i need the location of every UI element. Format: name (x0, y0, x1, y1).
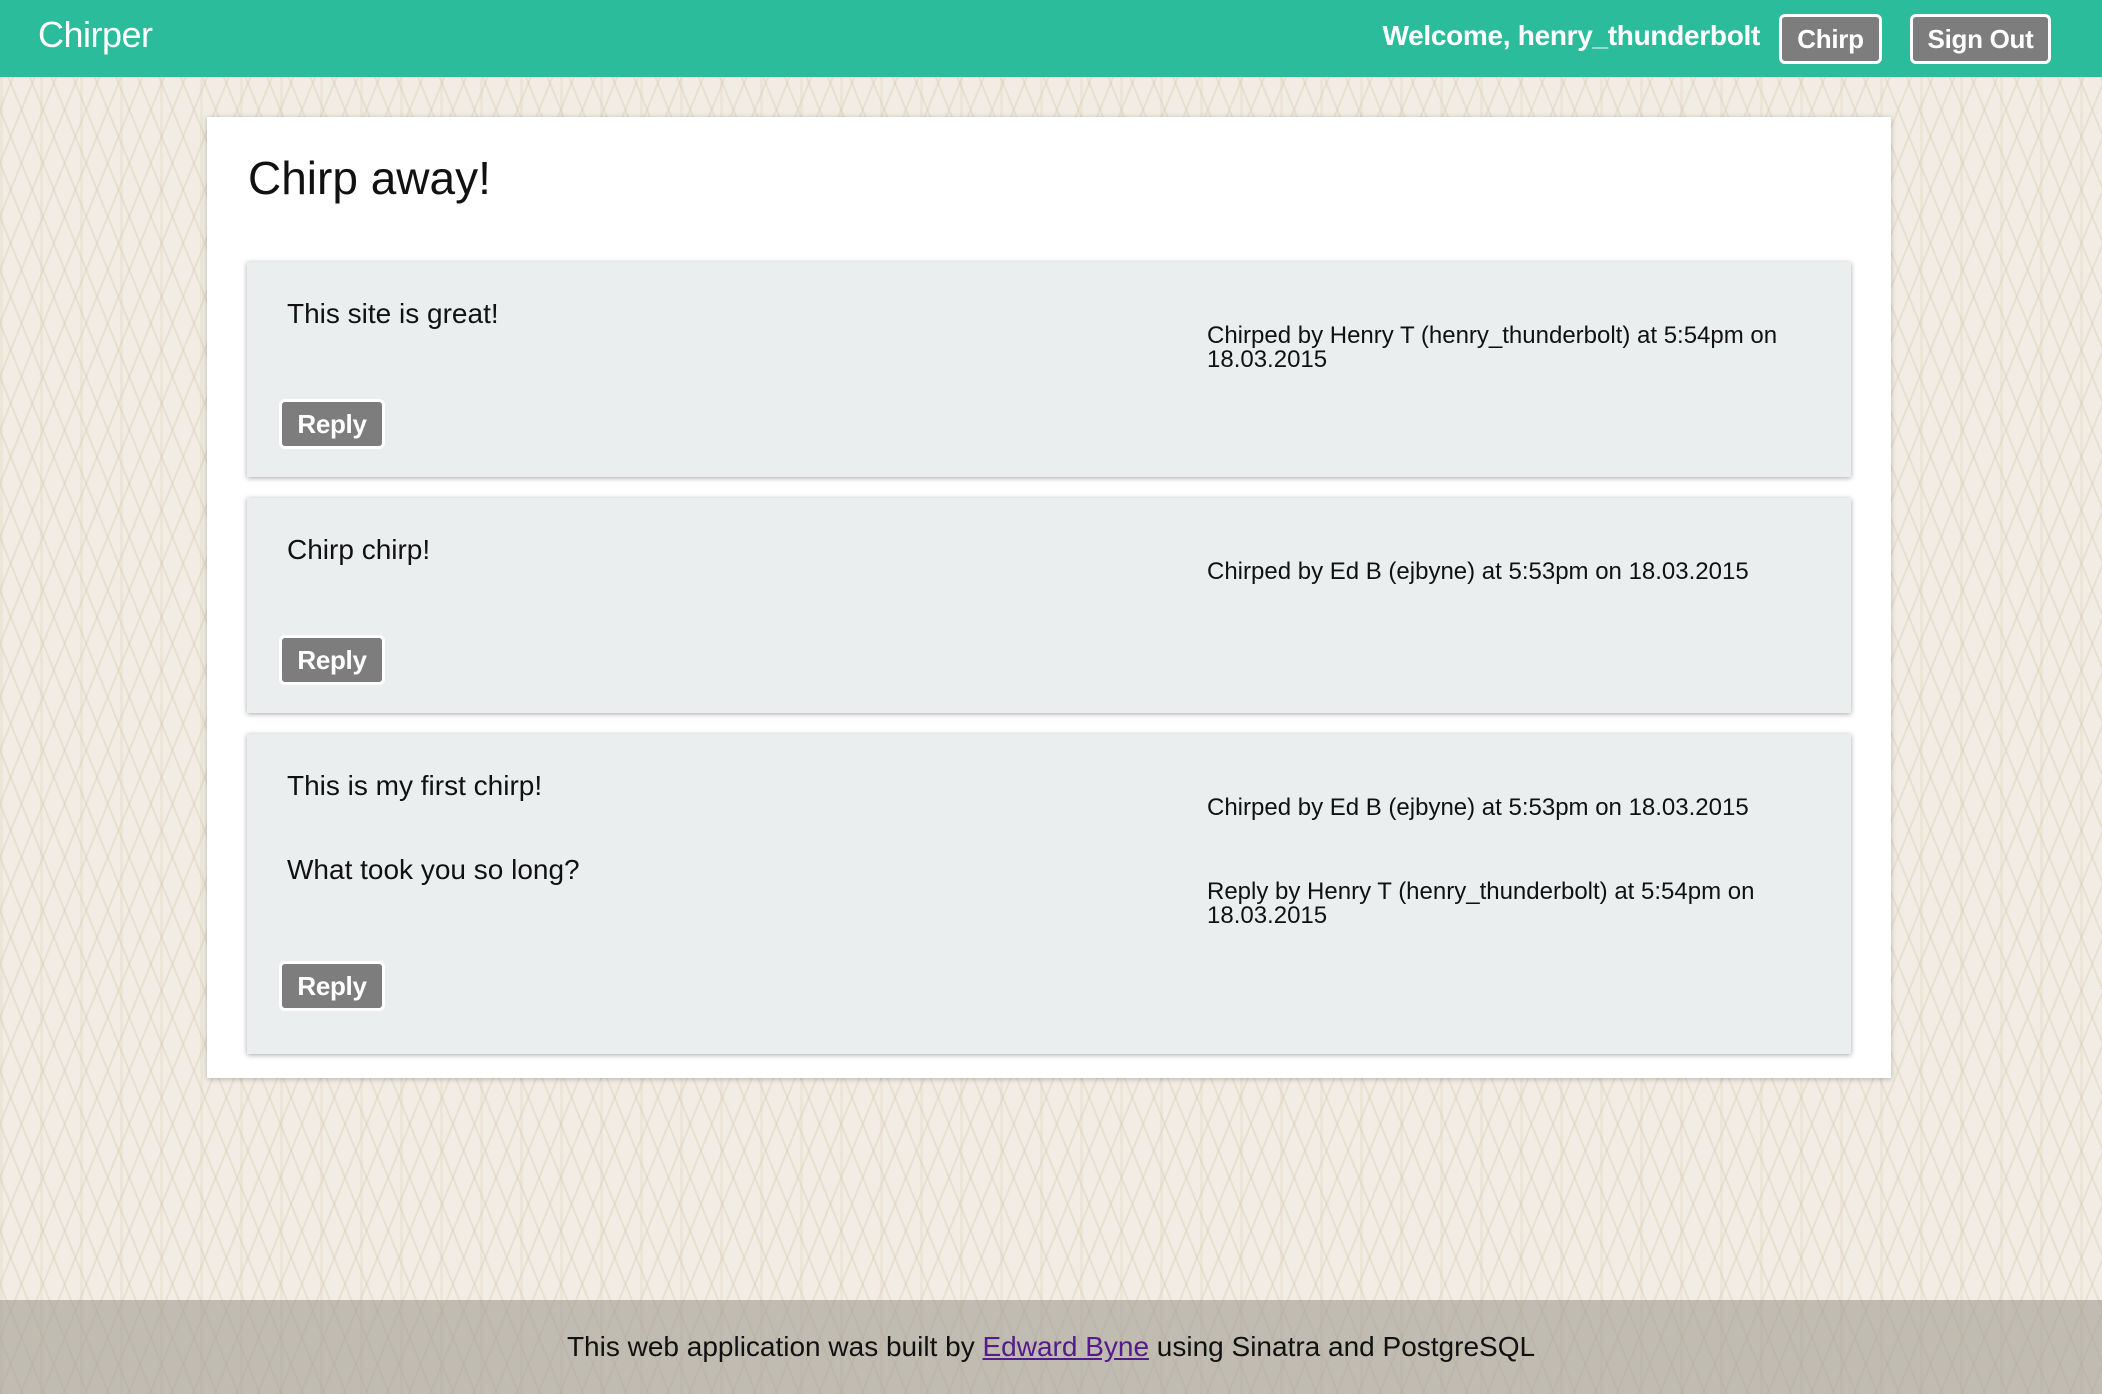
navbar: Chirper Welcome, henry_thunderbolt Chirp… (0, 0, 2102, 77)
footer-suffix-text: using Sinatra and PostgreSQL (1149, 1331, 1536, 1362)
chirp-meta: Chirped by Ed B (ejbyne) at 5:53pm on 18… (1207, 794, 1749, 821)
chirp-text: This site is great! (287, 298, 499, 329)
chirp-card: Chirp chirp! Chirped by Ed B (ejbyne) at… (247, 498, 1851, 713)
reply-text: What took you so long? (287, 854, 580, 885)
chirp-text: This is my first chirp! (287, 770, 543, 801)
chirp-meta: Chirped by Ed B (ejbyne) at 5:53pm on 18… (1207, 558, 1749, 585)
welcome-message: Welcome, henry_thunderbolt (1382, 20, 1760, 51)
chirp-meta: Chirped by Henry T (henry_thunderbolt) a… (1207, 322, 1778, 373)
footer-prefix-text: This web application was built by (566, 1331, 983, 1362)
chirp-button[interactable]: Chirp (1779, 14, 1882, 64)
author-link[interactable]: Edward Byne (982, 1331, 1149, 1362)
sign-out-button[interactable]: Sign Out (1910, 14, 2051, 64)
chirp-text: Chirp chirp! (287, 534, 431, 565)
reply-meta: Reply by Henry T (henry_thunderbolt) at … (1207, 878, 1755, 929)
page-title: Chirp away! (248, 152, 491, 204)
chirp-card: This site is great! Chirped by Henry T (… (247, 262, 1851, 477)
reply-button[interactable]: Reply (279, 399, 385, 449)
brand-logo-link[interactable]: Chirper (38, 14, 153, 56)
main-panel: Chirp away! This site is great! Chirped … (207, 117, 1891, 1078)
chirp-card: This is my first chirp! Chirped by Ed B … (247, 734, 1851, 1054)
footer: This web application was built by Edward… (0, 1300, 2102, 1394)
reply-button[interactable]: Reply (279, 961, 385, 1011)
reply-button[interactable]: Reply (279, 635, 385, 685)
